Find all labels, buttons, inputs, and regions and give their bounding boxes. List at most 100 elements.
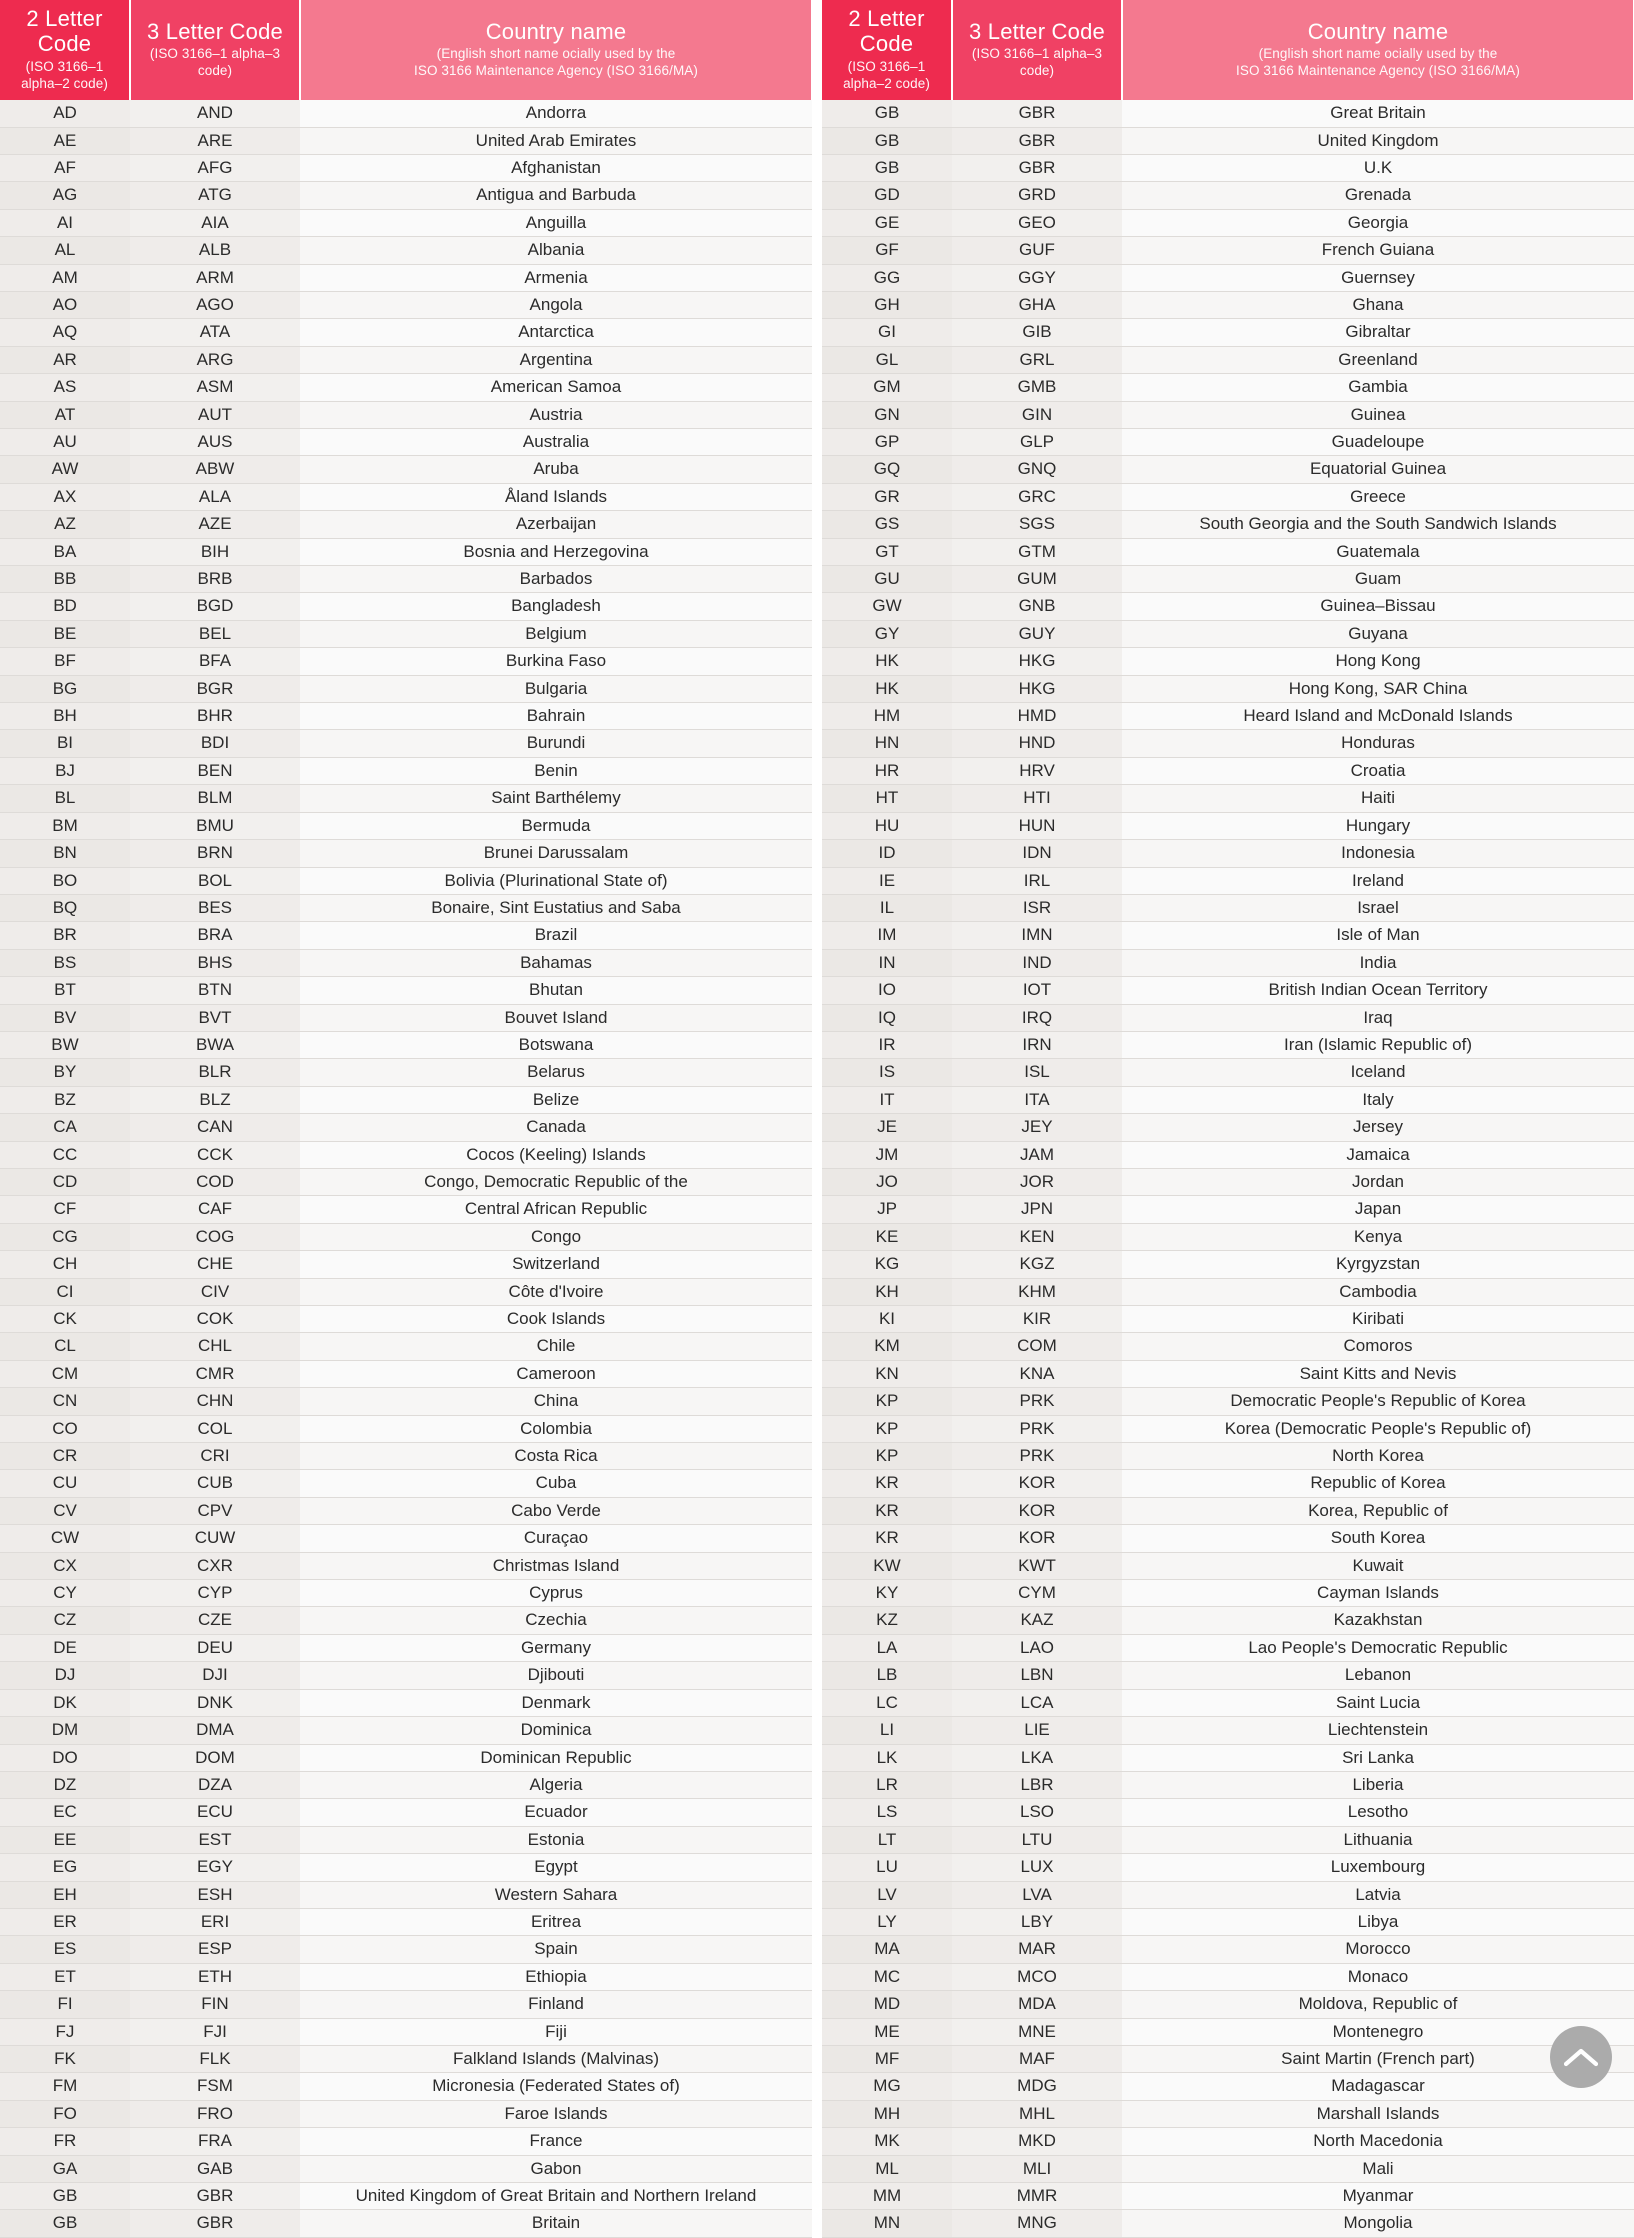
cell-3-letter-code: CMR <box>130 1360 300 1389</box>
cell-2-letter-code: MG <box>822 2072 952 2101</box>
table-row: AL ALB Albania <box>0 236 812 265</box>
cell-country-name: Kyrgyzstan <box>1122 1250 1634 1279</box>
cell-country-name: Libya <box>1122 1908 1634 1937</box>
table-row: GF GUF French Guiana <box>822 236 1634 265</box>
cell-3-letter-code: ISR <box>952 894 1122 923</box>
cell-2-letter-code: HM <box>822 702 952 731</box>
cell-country-name: U.K <box>1122 154 1634 183</box>
cell-2-letter-code: CV <box>0 1497 130 1526</box>
table-row: BE BEL Belgium <box>0 620 812 649</box>
cell-country-name: Myanmar <box>1122 2182 1634 2211</box>
cell-country-name: Democratic People's Republic of Korea <box>1122 1387 1634 1416</box>
cell-3-letter-code: ABW <box>130 455 300 484</box>
cell-country-name: Luxembourg <box>1122 1853 1634 1882</box>
table-row: GB GBR United Kingdom of Great Britain and… <box>0 2182 812 2211</box>
cell-country-name: Egypt <box>300 1853 812 1882</box>
cell-3-letter-code: BGD <box>130 592 300 621</box>
table-row: KR KOR Republic of Korea <box>822 1469 1634 1498</box>
cell-3-letter-code: FJI <box>130 2018 300 2046</box>
cell-2-letter-code: MD <box>822 1990 952 2019</box>
cell-2-letter-code: AO <box>0 291 130 320</box>
cell-country-name: Eritrea <box>300 1908 812 1937</box>
cell-2-letter-code: GW <box>822 592 952 621</box>
header-country-name: Country name (English short name ocially… <box>1122 0 1634 101</box>
cell-3-letter-code: CRI <box>130 1442 300 1471</box>
cell-2-letter-code: KW <box>822 1552 952 1581</box>
cell-2-letter-code: ES <box>0 1935 130 1964</box>
table-row: GQ GNQ Equatorial Guinea <box>822 455 1634 484</box>
cell-country-name: United Kingdom <box>1122 127 1634 155</box>
cell-2-letter-code: CD <box>0 1168 130 1197</box>
cell-3-letter-code: MDG <box>952 2072 1122 2101</box>
cell-country-name: Guinea <box>1122 401 1634 430</box>
header-3-letter-code: 3 Letter Code (ISO 3166–1 alpha–3 code) <box>130 0 301 101</box>
cell-2-letter-code: BV <box>0 1004 130 1032</box>
scroll-to-top-button[interactable] <box>1550 2026 1612 2088</box>
table-row: MF MAF Saint Martin (French part) <box>822 2045 1634 2074</box>
cell-3-letter-code: COL <box>130 1415 300 1444</box>
cell-3-letter-code: DZA <box>130 1771 300 1800</box>
cell-country-name: South Korea <box>1122 1524 1634 1553</box>
cell-2-letter-code: CC <box>0 1141 130 1169</box>
cell-country-name: Azerbaijan <box>300 510 812 539</box>
cell-country-name: Jamaica <box>1122 1141 1634 1169</box>
table-row: ET ETH Ethiopia <box>0 1963 812 1992</box>
cell-3-letter-code: DJI <box>130 1661 300 1690</box>
cell-country-name: Kenya <box>1122 1223 1634 1252</box>
cell-3-letter-code: GMB <box>952 373 1122 402</box>
cell-3-letter-code: HND <box>952 729 1122 758</box>
table-row: GN GIN Guinea <box>822 401 1634 430</box>
table-row: BL BLM Saint Barthélemy <box>0 784 812 813</box>
cell-country-name: Republic of Korea <box>1122 1469 1634 1498</box>
cell-3-letter-code: GUF <box>952 236 1122 265</box>
cell-3-letter-code: COG <box>130 1223 300 1252</box>
cell-3-letter-code: ARM <box>130 264 300 292</box>
table-row: MD MDA Moldova, Republic of <box>822 1990 1634 2019</box>
table-row: IS ISL Iceland <box>822 1058 1634 1087</box>
table-row: KN KNA Saint Kitts and Nevis <box>822 1360 1634 1389</box>
header-country-name-title: Country name <box>1307 18 1449 44</box>
cell-3-letter-code: HKG <box>952 675 1122 704</box>
cell-3-letter-code: ASM <box>130 373 300 402</box>
cell-3-letter-code: AZE <box>130 510 300 539</box>
chevron-up-icon <box>1564 2046 1598 2068</box>
cell-2-letter-code: KP <box>822 1442 952 1471</box>
cell-3-letter-code: BHS <box>130 949 300 978</box>
table-row: GB GBR U.K <box>822 154 1634 183</box>
table-row: LI LIE Liechtenstein <box>822 1716 1634 1745</box>
table-row: BV BVT Bouvet Island <box>0 1004 812 1032</box>
cell-3-letter-code: GTM <box>952 538 1122 567</box>
cell-2-letter-code: MK <box>822 2127 952 2156</box>
cell-2-letter-code: GD <box>822 181 952 210</box>
table-row: CY CYP Cyprus <box>0 1579 812 1608</box>
cell-2-letter-code: CU <box>0 1469 130 1498</box>
table-row: CO COL Colombia <box>0 1415 812 1444</box>
table-row: GS SGS South Georgia and the South Sandwic… <box>822 510 1634 539</box>
cell-country-name: Benin <box>300 757 812 786</box>
country-code-table-right: 2 Letter Code (ISO 3166–1 alpha–2 code) … <box>822 0 1634 2238</box>
table-row: MN MNG Mongolia <box>822 2209 1634 2238</box>
cell-3-letter-code: MLI <box>952 2155 1122 2184</box>
table-row: ID IDN Indonesia <box>822 839 1634 868</box>
cell-3-letter-code: ITA <box>952 1086 1122 1115</box>
cell-country-name: Åland Islands <box>300 483 812 512</box>
cell-3-letter-code: COM <box>952 1332 1122 1361</box>
cell-2-letter-code: GU <box>822 565 952 594</box>
cell-country-name: Cuba <box>300 1469 812 1498</box>
cell-2-letter-code: CY <box>0 1579 130 1608</box>
cell-country-name: North Korea <box>1122 1442 1634 1471</box>
cell-country-name: Korea (Democratic People's Republic of) <box>1122 1415 1634 1444</box>
cell-country-name: Australia <box>300 428 812 457</box>
cell-country-name: Fiji <box>300 2018 812 2046</box>
table-row: GM GMB Gambia <box>822 373 1634 402</box>
cell-country-name: Germany <box>300 1634 812 1663</box>
cell-3-letter-code: BWA <box>130 1031 300 1060</box>
cell-3-letter-code: IRQ <box>952 1004 1122 1032</box>
header-3-letter-code-subtitle: (ISO 3166–1 alpha–3 code) <box>971 45 1103 79</box>
table-row: CZ CZE Czechia <box>0 1606 812 1635</box>
table-row: GB GBR United Kingdom <box>822 127 1634 155</box>
cell-3-letter-code: ECU <box>130 1798 300 1827</box>
cell-3-letter-code: KIR <box>952 1305 1122 1334</box>
table-row: MA MAR Morocco <box>822 1935 1634 1964</box>
cell-2-letter-code: AW <box>0 455 130 484</box>
